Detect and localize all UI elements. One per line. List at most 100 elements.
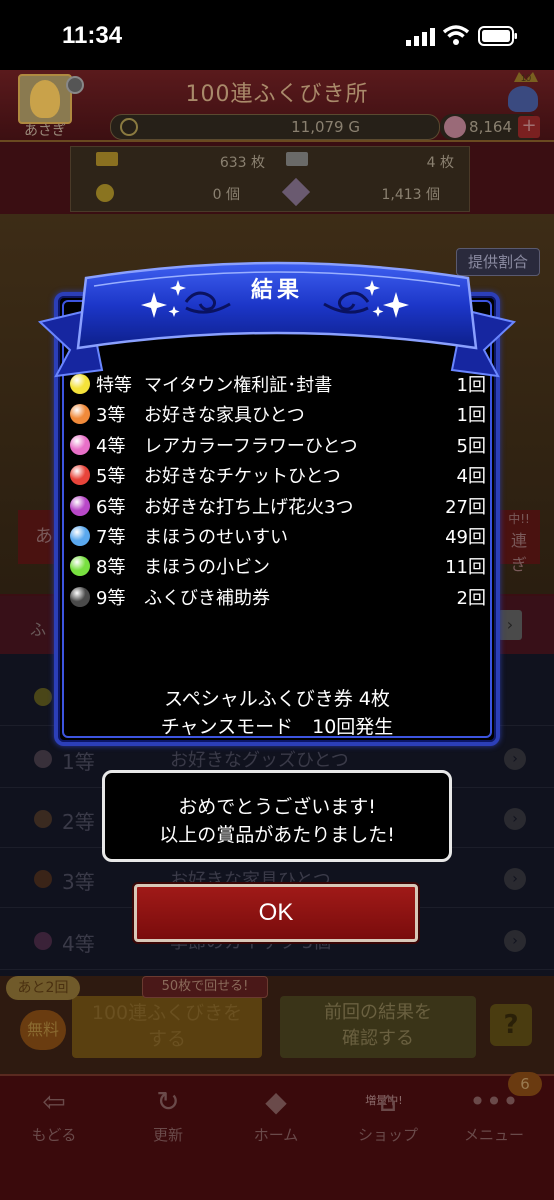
result-rank: 7等 bbox=[96, 527, 126, 548]
result-row: 7等 まほうのせいすい 49回 bbox=[70, 521, 486, 551]
stage-side-right-2: ぎ bbox=[510, 555, 527, 574]
chevron-right-icon: › bbox=[504, 748, 526, 770]
gold-ticket-count: 633 枚 bbox=[219, 155, 265, 171]
sparkle-count: 1,413 個 bbox=[381, 187, 440, 203]
gold-coin-icon bbox=[120, 118, 138, 136]
previous-result-button[interactable]: 前回の結果を 確認する bbox=[280, 996, 476, 1058]
result-rank: 3等 bbox=[96, 405, 126, 426]
nav-shop[interactable]: ⌂ ショップ bbox=[338, 1080, 438, 1145]
shop-icon: ⌂ bbox=[379, 1085, 397, 1118]
prize-ball-icon bbox=[70, 496, 90, 516]
result-rank: 6等 bbox=[96, 497, 126, 518]
prize-ball-icon bbox=[70, 526, 90, 546]
prize-ball-icon bbox=[34, 810, 52, 828]
result-count: 1回 bbox=[456, 405, 486, 426]
chevron-right-icon[interactable]: › bbox=[498, 610, 522, 640]
prize-list-header-label: ふ bbox=[30, 620, 47, 639]
previous-result-label-2: 確認する bbox=[342, 1028, 414, 1049]
chevron-right-icon: › bbox=[504, 868, 526, 890]
message-line-1: おめでとうございます! bbox=[178, 796, 376, 818]
result-row: 3等 お好きな家具ひとつ 1回 bbox=[70, 399, 486, 429]
prize-rank: 1等 bbox=[62, 750, 95, 774]
previous-result-label-1: 前回の結果を bbox=[324, 1002, 432, 1023]
result-title: 結果 bbox=[250, 278, 303, 303]
prize-ball-icon bbox=[70, 556, 90, 576]
chevron-right-icon: › bbox=[504, 930, 526, 952]
stage-side-right: 中!! 連 ぎ bbox=[498, 510, 540, 574]
message-line-2: 以上の賞品があたりました! bbox=[159, 824, 395, 846]
prize-rank: 4等 bbox=[62, 932, 95, 956]
refresh-icon: ↻ bbox=[156, 1085, 180, 1118]
wifi-icon bbox=[442, 25, 470, 45]
result-count: 5回 bbox=[456, 436, 486, 457]
chance-mode-summary: チャンスモード 10回発生 bbox=[160, 716, 394, 738]
dracky-home-icon: ◆ bbox=[265, 1085, 287, 1118]
status-time: 11:34 bbox=[62, 22, 123, 49]
result-rank: 8等 bbox=[96, 557, 126, 578]
result-row: 6等 お好きな打ち上げ花火3つ 27回 bbox=[70, 491, 486, 521]
nav-refresh-label: 更新 bbox=[152, 1126, 183, 1144]
prize-ball-icon bbox=[70, 374, 90, 394]
stage-side-right-1: 連 bbox=[510, 531, 527, 550]
add-gems-button[interactable]: + bbox=[518, 116, 540, 138]
prize-rank: 3等 bbox=[62, 870, 95, 894]
result-count: 11回 bbox=[445, 557, 486, 578]
free-badge: 無料 bbox=[20, 1010, 66, 1050]
result-prize-name: お好きな家具ひとつ bbox=[144, 405, 305, 426]
result-rank: 9等 bbox=[96, 588, 126, 609]
nav-home[interactable]: ◆ ホーム bbox=[226, 1080, 326, 1145]
result-rank: 4等 bbox=[96, 436, 126, 457]
result-rank: 特等 bbox=[96, 375, 132, 396]
result-row: 4等 レアカラーフラワーひとつ 5回 bbox=[70, 430, 486, 460]
gold-amount: 11,079 G bbox=[291, 118, 360, 136]
coin-count: 0 個 bbox=[212, 187, 240, 203]
stage-side-right-badge: 中!! bbox=[508, 512, 530, 526]
nav-home-label: ホーム bbox=[253, 1126, 299, 1144]
special-ticket-summary: スペシャルふくびき券 4枚 bbox=[164, 688, 390, 710]
pull-100-button[interactable]: 100連ふくびきを する bbox=[72, 996, 262, 1058]
result-row: 特等 マイタウン権利証･封書 1回 bbox=[70, 369, 486, 399]
prize-name: お好きなグッズひとつ bbox=[170, 750, 349, 771]
gold-ticket-icon bbox=[96, 152, 118, 166]
result-prize-name: まほうのせいすい bbox=[144, 527, 288, 548]
remaining-badge: あと2回 bbox=[6, 976, 80, 1000]
prize-ball-icon bbox=[34, 688, 52, 706]
pull-100-label-1: 100連ふくびきを bbox=[91, 1002, 243, 1024]
result-prize-name: お好きな打ち上げ花火3つ bbox=[144, 497, 354, 518]
prize-ball-icon bbox=[34, 750, 52, 768]
pull-cost-note: 50枚で回せる! bbox=[142, 976, 268, 998]
prize-ball-icon bbox=[34, 932, 52, 950]
silver-ticket-icon bbox=[286, 152, 308, 166]
result-count: 27回 bbox=[445, 497, 486, 518]
result-row: 8等 まほうの小ビン 11回 bbox=[70, 551, 486, 581]
gem-amount: 8,164 bbox=[469, 118, 512, 136]
prize-ball-icon bbox=[34, 870, 52, 888]
chevron-right-icon: › bbox=[504, 808, 526, 830]
menu-notification-badge: 6 bbox=[508, 1072, 542, 1096]
result-prize-name: お好きなチケットひとつ bbox=[144, 466, 341, 487]
silver-ticket-count: 4 枚 bbox=[426, 155, 454, 171]
result-count: 1回 bbox=[456, 375, 486, 396]
result-row: 5等 お好きなチケットひとつ 4回 bbox=[70, 460, 486, 490]
ok-button[interactable]: OK bbox=[134, 884, 418, 942]
nav-shop-label: ショップ bbox=[357, 1126, 418, 1144]
prize-rank: 2等 bbox=[62, 810, 95, 834]
crown-level: 10 bbox=[521, 73, 531, 83]
nav-back[interactable]: ⇦ もどる bbox=[4, 1080, 104, 1145]
prize-ball-icon bbox=[70, 404, 90, 424]
nav-back-label: もどる bbox=[31, 1126, 77, 1144]
battery-icon bbox=[478, 26, 517, 46]
player-name: あさぎ bbox=[24, 123, 66, 139]
nav-refresh[interactable]: ↻ 更新 bbox=[118, 1080, 218, 1145]
prize-ball-icon bbox=[70, 465, 90, 485]
result-count: 2回 bbox=[456, 588, 486, 609]
page-title: 100連ふくびき所 bbox=[185, 82, 369, 107]
help-button[interactable]: ? bbox=[490, 1004, 532, 1046]
result-prize-name: まほうの小ビン bbox=[144, 557, 270, 578]
arrow-left-icon: ⇦ bbox=[42, 1085, 66, 1118]
result-prize-name: レアカラーフラワーひとつ bbox=[144, 436, 358, 457]
prize-ball-icon bbox=[70, 435, 90, 455]
slime-icon bbox=[508, 86, 538, 112]
result-prize-name: ふくびき補助券 bbox=[144, 588, 270, 609]
coin-icon bbox=[96, 184, 114, 202]
